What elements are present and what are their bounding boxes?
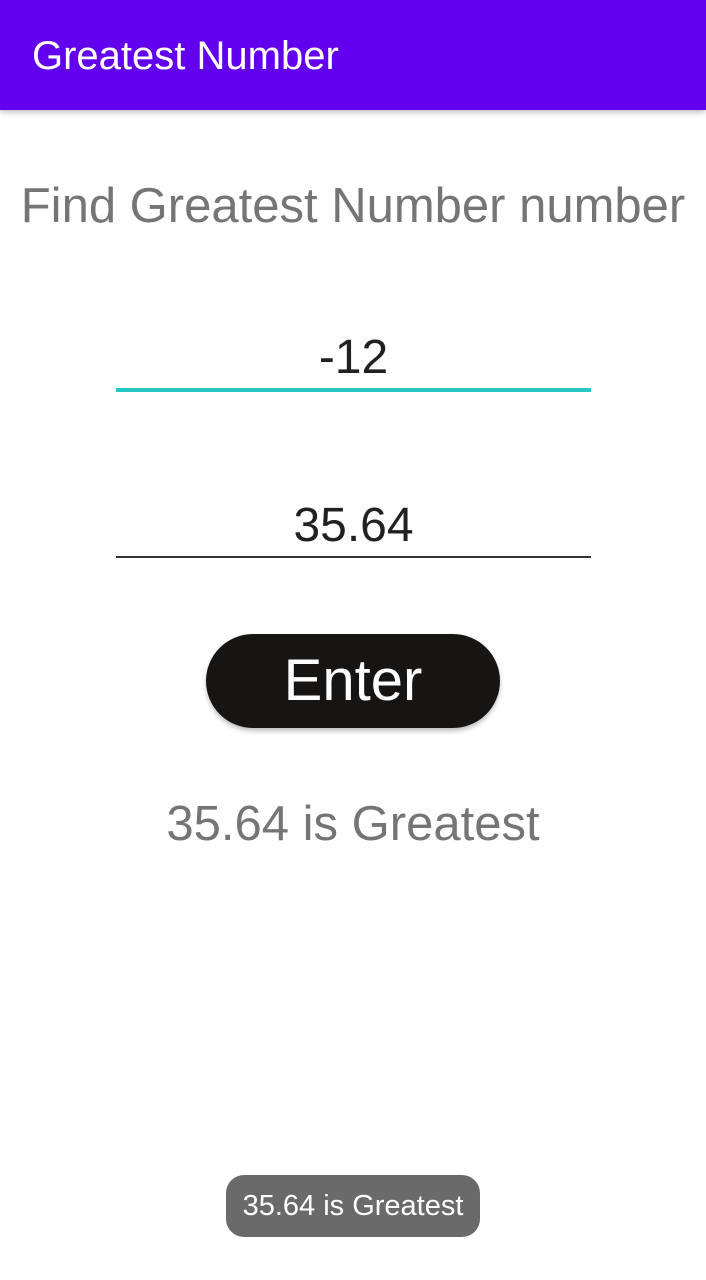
second-number-input[interactable] [116,492,591,558]
page-heading: Find Greatest Number number [20,179,686,233]
enter-button[interactable]: Enter [206,634,500,728]
screen: Greatest Number Find Greatest Number num… [0,0,706,1280]
first-number-input[interactable] [116,324,591,390]
result-text: 35.64 is Greatest [166,797,540,851]
app-title: Greatest Number [32,34,339,78]
second-number-underline [116,556,591,558]
app-bar: Greatest Number [0,0,706,110]
first-number-field[interactable] [116,324,591,392]
first-number-underline [116,388,591,392]
toast-message: 35.64 is Greatest [226,1175,480,1237]
second-number-field[interactable] [116,492,591,558]
